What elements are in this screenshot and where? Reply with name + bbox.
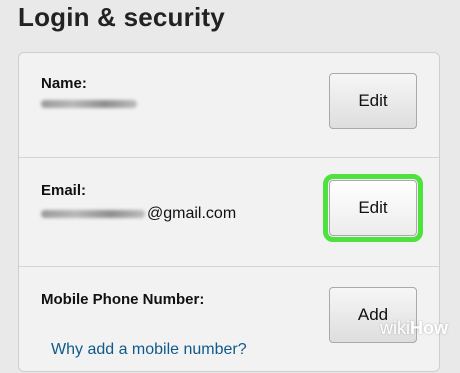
edit-email-button[interactable]: Edit: [323, 174, 423, 242]
mobile-row: Mobile Phone Number: Why add a mobile nu…: [19, 267, 439, 373]
page-title: Login & security: [18, 2, 225, 32]
watermark-how: How: [410, 318, 448, 338]
name-label: Name:: [41, 75, 87, 92]
wikihow-watermark: wikiHow: [380, 318, 448, 339]
security-card: Name: Edit Email: @gmail.com Edit Mobile…: [18, 52, 440, 372]
redacted-email-value: [41, 210, 145, 218]
email-domain: @gmail.com: [147, 205, 237, 222]
why-add-mobile-link[interactable]: Why add a mobile number?: [51, 341, 247, 359]
email-row: Email: @gmail.com Edit: [19, 158, 439, 267]
watermark-wiki: wiki: [380, 318, 410, 338]
redacted-name-value: [41, 100, 137, 108]
email-label: Email:: [41, 182, 87, 199]
name-row: Name: Edit: [19, 53, 439, 158]
mobile-phone-label: Mobile Phone Number:: [41, 291, 205, 308]
edit-name-button[interactable]: Edit: [329, 73, 417, 129]
